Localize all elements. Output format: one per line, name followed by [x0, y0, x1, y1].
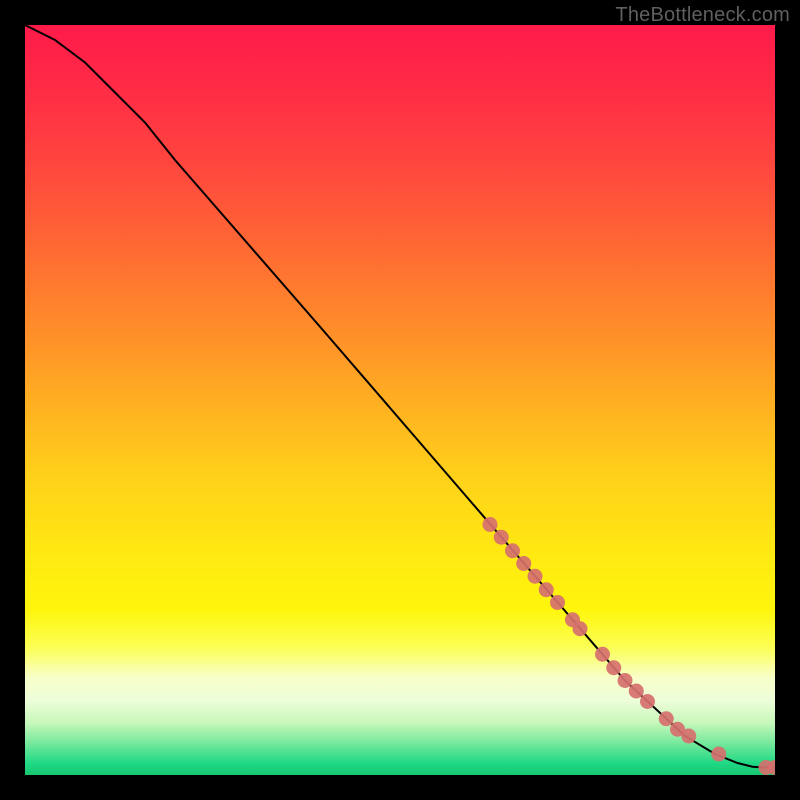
data-point — [629, 684, 644, 699]
data-point — [659, 711, 674, 726]
chart-svg — [25, 25, 775, 775]
data-point — [516, 556, 531, 571]
data-point — [539, 582, 554, 597]
chart-frame: TheBottleneck.com — [0, 0, 800, 800]
data-point — [711, 747, 726, 762]
data-point — [595, 647, 610, 662]
data-point — [573, 621, 588, 636]
gradient-background — [25, 25, 775, 775]
plot-area — [25, 25, 775, 775]
data-point — [681, 729, 696, 744]
data-point — [550, 595, 565, 610]
data-point — [483, 517, 498, 532]
data-point — [618, 673, 633, 688]
data-point — [640, 694, 655, 709]
watermark-text: TheBottleneck.com — [615, 4, 790, 27]
data-point — [505, 543, 520, 558]
data-point — [606, 660, 621, 675]
data-point — [494, 530, 509, 545]
data-point — [528, 569, 543, 584]
